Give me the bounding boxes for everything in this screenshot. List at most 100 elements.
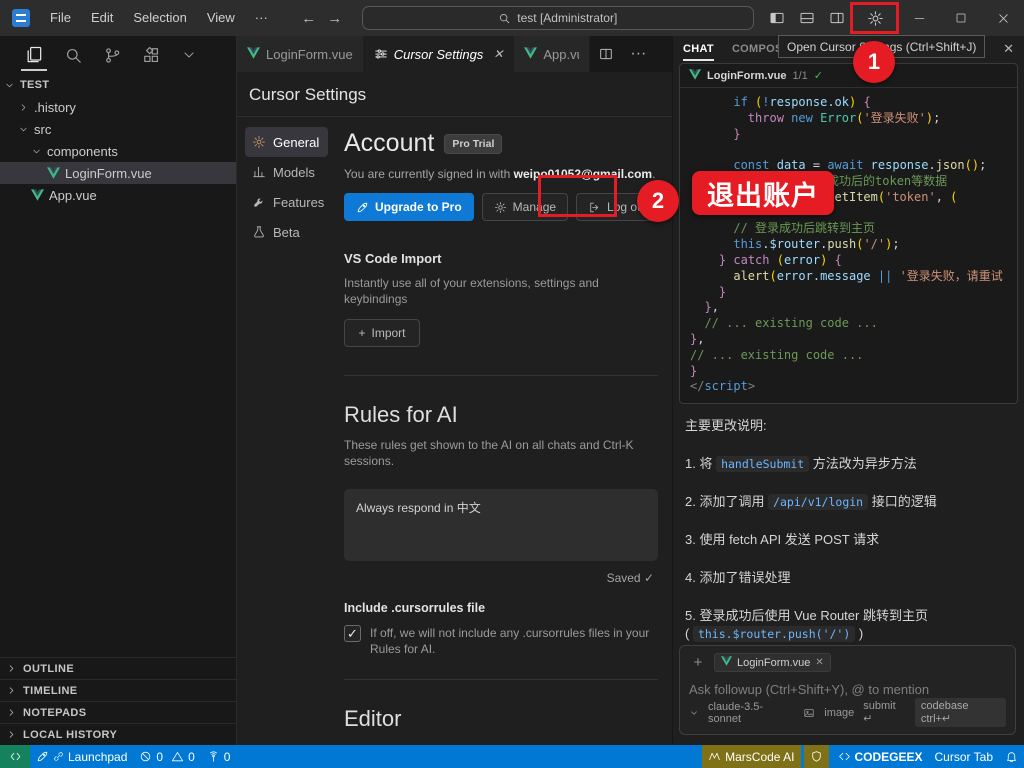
upgrade-to-pro-button[interactable]: Upgrade to Pro: [344, 193, 474, 221]
tab-loginform[interactable]: LoginForm.vue: [237, 36, 364, 72]
settings-nav-general[interactable]: General: [245, 127, 328, 157]
search-value: test [Administrator]: [517, 11, 617, 25]
code-line: }: [690, 285, 1017, 301]
tree-item-src[interactable]: src: [0, 118, 236, 140]
more-views-chevron-icon[interactable]: [181, 36, 197, 74]
chevron-right-icon: [18, 102, 29, 113]
chat-input-placeholder[interactable]: Ask followup (Ctrl+Shift+Y), @ to mentio…: [689, 682, 1006, 697]
settings-nav-features[interactable]: Features: [245, 187, 328, 217]
editor-section-desc: Open editor settings. (font, auto-save, …: [344, 741, 658, 744]
section-outline[interactable]: OUTLINE: [0, 657, 236, 679]
marscode-assistant-item[interactable]: [804, 745, 829, 768]
broadcast-tower-icon: [207, 750, 220, 763]
bell-icon: [1005, 750, 1018, 763]
split-editor-icon[interactable]: [590, 36, 622, 72]
tree-item-loginform[interactable]: LoginForm.vue: [0, 162, 236, 184]
tree-item-components[interactable]: components: [0, 140, 236, 162]
add-context-button[interactable]: +: [689, 654, 707, 672]
menu-file[interactable]: File: [40, 0, 81, 36]
tree-item-history[interactable]: .history: [0, 96, 236, 118]
maximize-button[interactable]: [940, 0, 982, 36]
close-tab-icon[interactable]: ✕: [493, 47, 503, 61]
section-notepads[interactable]: NOTEPADS: [0, 701, 236, 723]
error-icon: [139, 750, 152, 763]
model-dropdown-chevron-icon[interactable]: [689, 708, 699, 718]
codebase-button[interactable]: codebase ctrl+↵: [915, 698, 1006, 727]
layout-panel-icon[interactable]: [792, 0, 822, 36]
link-icon: [53, 751, 64, 762]
note-item: 2. 添加了调用 /api/v1/login 接口的逻辑: [685, 493, 1012, 511]
launchpad-status-item[interactable]: Launchpad: [30, 745, 133, 768]
context-chip-loginform[interactable]: LoginForm.vue ✕: [714, 653, 831, 672]
sidebar: TEST .history src components LoginForm.v…: [0, 36, 237, 745]
settings-nav-models[interactable]: Models: [245, 157, 328, 187]
history-back-icon[interactable]: ←: [296, 10, 322, 27]
close-button[interactable]: [982, 0, 1024, 36]
tree-item-appvue[interactable]: App.vue: [0, 184, 236, 206]
close-panel-icon[interactable]: ✕: [1003, 41, 1014, 57]
remote-indicator[interactable]: [0, 745, 30, 768]
note-item: 5. 登录成功后使用 Vue Router 跳转到主页( this.$route…: [685, 607, 1012, 643]
annotation-step-1: 1: [853, 41, 895, 83]
chat-panel: CHAT COMPOSER ✕ LoginForm.vue 1/1 ✓ if (…: [672, 36, 1024, 745]
include-cursorrules-label: Include .cursorrules file: [344, 601, 658, 615]
explorer-icon[interactable]: [24, 36, 44, 74]
code-line: },: [690, 332, 1017, 348]
marscode-status-item[interactable]: MarsCode AI: [702, 745, 800, 768]
menu-more[interactable]: ···: [245, 0, 278, 36]
source-control-icon[interactable]: [103, 36, 122, 74]
marscode-logo-icon: [708, 750, 721, 763]
image-button[interactable]: image: [824, 707, 854, 719]
model-selector[interactable]: claude-3.5-sonnet: [708, 701, 794, 725]
code-lines: if (!response.ok) { throw new Error('登录失…: [680, 88, 1017, 403]
submit-button[interactable]: submit ↵: [863, 700, 907, 725]
logout-callout-label: 退出账户: [692, 171, 834, 215]
extensions-icon[interactable]: [142, 36, 161, 74]
code-line: // 登录成功后跳转到主页: [690, 221, 1017, 237]
vscode-import-desc: Instantly use all of your extensions, se…: [344, 275, 644, 307]
tab-appvue[interactable]: App.vue: [514, 36, 590, 72]
section-timeline[interactable]: TIMELINE: [0, 679, 236, 701]
remote-icon: [9, 750, 22, 763]
tab-cursor-settings[interactable]: Cursor Settings ✕: [364, 36, 515, 72]
code-line: this.$router.push('/');: [690, 237, 1017, 253]
include-cursorrules-checkbox[interactable]: ✓: [344, 625, 361, 642]
vue-file-icon: [247, 47, 260, 62]
code-block-filename[interactable]: LoginForm.vue: [707, 70, 786, 82]
problems-status-item[interactable]: 0 0: [133, 745, 200, 768]
image-icon[interactable]: [803, 707, 815, 719]
chat-input-box[interactable]: + LoginForm.vue ✕ Ask followup (Ctrl+Shi…: [679, 645, 1016, 735]
vscode-import-heading: VS Code Import: [344, 251, 658, 266]
import-button[interactable]: + Import: [344, 319, 420, 347]
divider: [344, 679, 658, 680]
editor-more-actions-icon[interactable]: ···: [622, 36, 654, 72]
layout-sidebar-right-icon[interactable]: [822, 0, 852, 36]
ports-status-item[interactable]: 0: [201, 745, 237, 768]
codegeex-status-item[interactable]: CODEGEEX: [832, 745, 929, 768]
history-forward-icon[interactable]: →: [322, 10, 348, 27]
menu-selection[interactable]: Selection: [123, 0, 196, 36]
tab-chat[interactable]: CHAT: [683, 36, 714, 61]
search-sidebar-icon[interactable]: [64, 36, 83, 74]
tree-root-test[interactable]: TEST: [0, 74, 236, 96]
settings-nav-beta[interactable]: Beta: [245, 217, 328, 247]
menu-edit[interactable]: Edit: [81, 0, 123, 36]
rules-textarea[interactable]: Always respond in 中文: [344, 489, 658, 561]
settings-nav: General Models Features Beta: [237, 117, 332, 744]
notifications-bell-item[interactable]: [999, 745, 1024, 768]
annotation-step-2: 2: [637, 180, 679, 222]
section-local-history[interactable]: LOCAL HISTORY: [0, 723, 236, 745]
search-box[interactable]: test [Administrator]: [362, 6, 754, 30]
menu-view[interactable]: View: [197, 0, 245, 36]
code-line: },: [690, 300, 1017, 316]
code-line: if (!response.ok) {: [690, 95, 1017, 111]
app-logo-icon[interactable]: [12, 9, 30, 27]
cursor-tab-status-item[interactable]: Cursor Tab: [929, 745, 999, 768]
remove-chip-icon[interactable]: ✕: [815, 657, 823, 668]
layout-sidebar-left-icon[interactable]: [762, 0, 792, 36]
note-item: 主要更改说明:: [685, 417, 1012, 435]
pro-trial-badge: Pro Trial: [444, 134, 502, 154]
minimize-button[interactable]: [898, 0, 940, 36]
tab-composer[interactable]: COMPOSER: [732, 36, 780, 61]
vue-file-icon: [689, 69, 701, 83]
